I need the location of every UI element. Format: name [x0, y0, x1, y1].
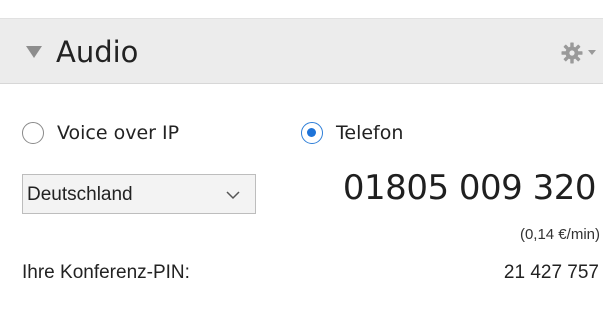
- voip-radio[interactable]: [22, 122, 44, 144]
- settings-button[interactable]: [560, 41, 603, 65]
- price-note: (0,14 €/min): [519, 226, 600, 243]
- country-select[interactable]: Deutschland: [22, 174, 256, 214]
- telefon-radio-option[interactable]: Telefon: [301, 118, 403, 148]
- voip-radio-option[interactable]: Voice over IP: [22, 118, 179, 148]
- pin-label: Ihre Konferenz-PIN:: [22, 262, 190, 283]
- panel-title: Audio: [56, 35, 139, 69]
- telefon-radio[interactable]: [301, 122, 323, 144]
- telefon-label: Telefon: [336, 122, 404, 144]
- pin-value: 21 427 757: [503, 262, 599, 283]
- country-select-value: Deutschland: [27, 184, 133, 205]
- panel-header[interactable]: Audio: [0, 18, 603, 84]
- triangle-down-icon[interactable]: [26, 46, 42, 58]
- chevron-down-icon: [226, 191, 240, 200]
- voip-label: Voice over IP: [57, 122, 180, 144]
- dial-in-number: 01805 009 320: [342, 168, 597, 208]
- gear-icon: [561, 42, 583, 64]
- top-strip: [0, 0, 603, 18]
- dropdown-arrow-icon: [588, 50, 596, 55]
- audio-panel: Audio Voice over IP Telefon Deutschland …: [0, 0, 603, 327]
